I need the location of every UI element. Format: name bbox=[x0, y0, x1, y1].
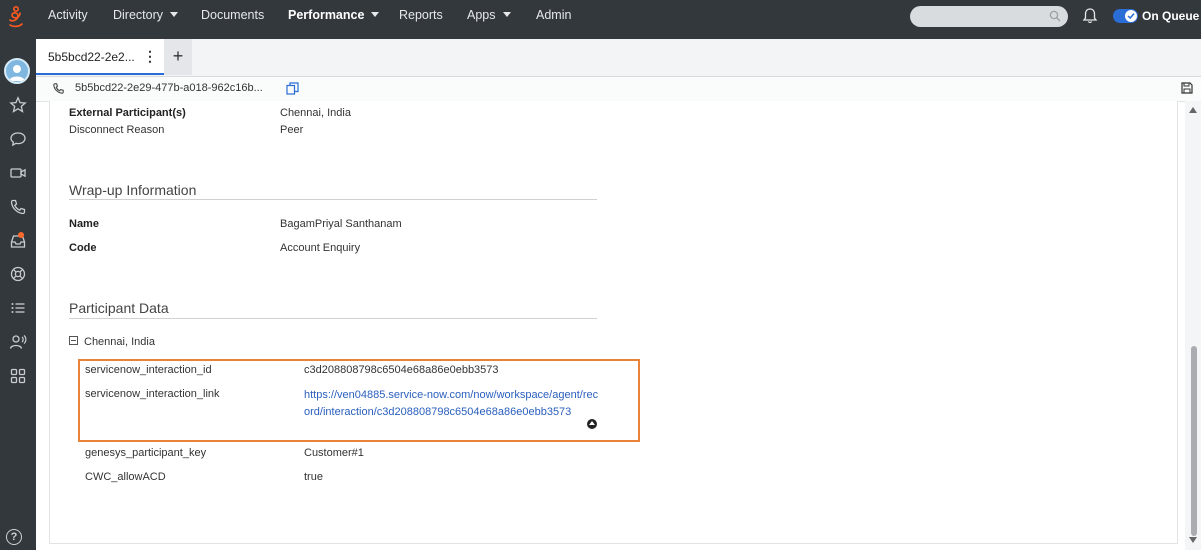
collapse-toggle-icon[interactable] bbox=[69, 336, 78, 345]
left-sidebar: ? bbox=[0, 0, 36, 550]
video-icon[interactable] bbox=[6, 161, 30, 185]
interaction-details-panel bbox=[49, 101, 1178, 544]
toggle-knob bbox=[1125, 10, 1137, 22]
scroll-up-arrow-icon[interactable] bbox=[1189, 107, 1197, 113]
genesys-logo-icon[interactable] bbox=[6, 4, 26, 28]
search-input[interactable] bbox=[910, 6, 1068, 27]
nav-directory-label: Directory bbox=[113, 8, 164, 22]
external-participant-value: Chennai, India bbox=[280, 107, 351, 119]
nav-performance[interactable]: Performance bbox=[288, 0, 380, 31]
add-tab-button[interactable]: + bbox=[164, 39, 192, 75]
copy-icon[interactable] bbox=[286, 82, 299, 95]
chevron-down-icon bbox=[170, 12, 179, 17]
participant-data-key: servicenow_interaction_id bbox=[85, 364, 212, 376]
wrapup-code-value: Account Enquiry bbox=[280, 242, 361, 254]
phone-icon bbox=[53, 83, 64, 94]
wrapup-name-label: Name bbox=[69, 218, 99, 230]
notifications-bell-icon[interactable] bbox=[1082, 7, 1098, 25]
section-divider bbox=[69, 318, 597, 319]
wrapup-section-title: Wrap-up Information bbox=[69, 182, 197, 198]
disconnect-reason-label: Disconnect Reason bbox=[69, 124, 165, 136]
vertical-scrollbar[interactable] bbox=[1185, 101, 1201, 550]
list-icon[interactable] bbox=[6, 296, 30, 320]
contacts-icon[interactable] bbox=[6, 330, 30, 354]
tab-interaction-label: 5b5bcd22-2e2... bbox=[48, 50, 135, 64]
search-icon bbox=[1049, 10, 1061, 22]
kebab-menu-icon[interactable]: ⋮ bbox=[143, 48, 157, 65]
apps-grid-icon[interactable] bbox=[6, 364, 30, 388]
nav-directory[interactable]: Directory bbox=[113, 0, 179, 31]
on-queue-label: On Queue bbox=[1142, 9, 1200, 23]
support-lifebuoy-icon[interactable] bbox=[6, 262, 30, 286]
participant-data-section-title: Participant Data bbox=[69, 300, 169, 316]
avatar[interactable] bbox=[4, 58, 30, 84]
nav-performance-label: Performance bbox=[288, 8, 365, 22]
chat-icon[interactable] bbox=[6, 127, 30, 151]
save-icon[interactable] bbox=[1181, 82, 1193, 94]
interaction-tab-bar: 5b5bcd22-2e2... ⋮ + bbox=[36, 39, 1201, 77]
tab-interaction[interactable]: 5b5bcd22-2e2... ⋮ bbox=[36, 39, 164, 75]
participant-group-label: Chennai, India bbox=[84, 336, 155, 348]
nav-documents[interactable]: Documents bbox=[201, 0, 264, 31]
on-queue-toggle[interactable] bbox=[1113, 9, 1138, 23]
servicenow-interaction-link[interactable]: https://ven04885.service-now.com/now/wor… bbox=[304, 387, 604, 421]
nav-reports[interactable]: Reports bbox=[399, 0, 443, 31]
interaction-id: 5b5bcd22-2e29-477b-a018-962c16b... bbox=[75, 82, 263, 94]
interaction-header: 5b5bcd22-2e29-477b-a018-962c16b... bbox=[36, 77, 1201, 102]
nav-apps-label: Apps bbox=[467, 8, 496, 22]
participant-data-value: c3d208808798c6504e68a86e0ebb3573 bbox=[304, 364, 499, 376]
participant-data-key: genesys_participant_key bbox=[85, 447, 207, 459]
participant-data-key: servicenow_interaction_link bbox=[85, 388, 220, 400]
scrollbar-thumb[interactable] bbox=[1191, 346, 1197, 536]
scroll-up-circle-icon[interactable] bbox=[587, 419, 597, 429]
favorites-star-icon[interactable] bbox=[6, 93, 30, 117]
participant-data-value: true bbox=[304, 471, 323, 483]
participant-data-value: Customer#1 bbox=[304, 447, 364, 459]
nav-apps[interactable]: Apps bbox=[467, 0, 511, 31]
external-participant-label: External Participant(s) bbox=[69, 107, 186, 119]
top-navigation-bar: Activity Directory Documents Performance… bbox=[0, 0, 1201, 39]
nav-activity[interactable]: Activity bbox=[48, 0, 88, 31]
check-icon bbox=[1127, 13, 1135, 20]
wrapup-name-value: BagamPriyal Santhanam bbox=[280, 218, 402, 230]
chevron-down-icon bbox=[371, 12, 380, 17]
chevron-down-icon bbox=[502, 12, 511, 17]
nav-admin[interactable]: Admin bbox=[536, 0, 571, 31]
help-icon[interactable]: ? bbox=[6, 529, 22, 545]
inbox-notification-badge bbox=[18, 232, 24, 238]
user-silhouette-icon bbox=[9, 65, 25, 81]
scroll-down-arrow-icon[interactable] bbox=[1189, 537, 1197, 543]
participant-data-key: CWC_allowACD bbox=[85, 471, 166, 483]
wrapup-code-label: Code bbox=[69, 242, 97, 254]
section-divider bbox=[69, 199, 597, 200]
disconnect-reason-value: Peer bbox=[280, 124, 304, 136]
phone-icon[interactable] bbox=[6, 195, 30, 219]
